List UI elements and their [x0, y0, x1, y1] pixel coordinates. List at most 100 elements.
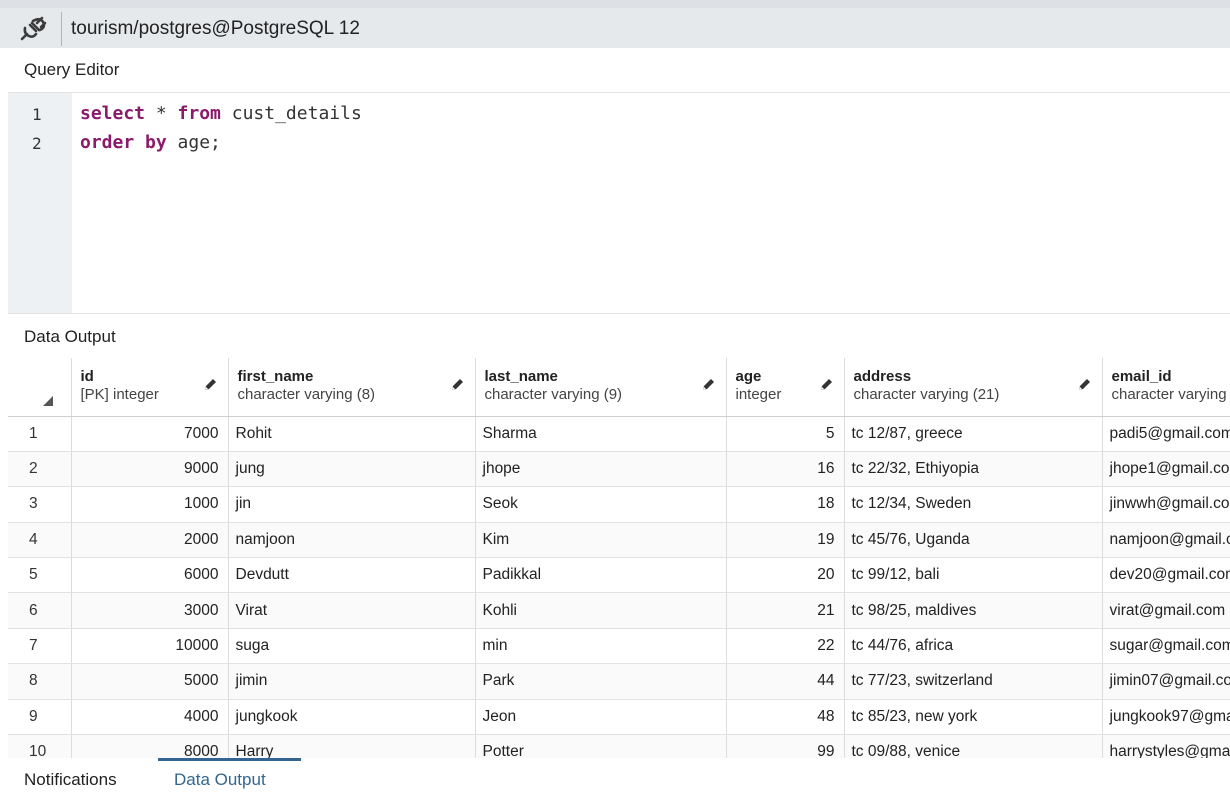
- cell-first-name[interactable]: jin: [228, 486, 476, 523]
- cell-id[interactable]: 3000: [71, 592, 229, 629]
- title-bar: tourism/postgres@PostgreSQL 12: [0, 0, 1230, 48]
- title-separator: [61, 12, 62, 46]
- column-type: character varying: [1111, 386, 1227, 403]
- cell-id[interactable]: 1000: [71, 486, 229, 523]
- cell-address[interactable]: tc 22/32, Ethiyopia: [844, 451, 1103, 488]
- cell-address[interactable]: tc 99/12, bali: [844, 557, 1103, 594]
- row-number: 8: [8, 663, 72, 700]
- cell-email-id[interactable]: sugar@gmail.com: [1102, 628, 1230, 665]
- cell-id[interactable]: 2000: [71, 522, 229, 559]
- cell-id[interactable]: 6000: [71, 557, 229, 594]
- cell-last-name[interactable]: Seok: [475, 486, 727, 523]
- table-row[interactable]: 3 1000 jin Seok 18 tc 12/34, Sweden jinwwh@gma…: [8, 486, 1230, 523]
- column-name: address: [853, 368, 912, 385]
- cell-first-name[interactable]: jung: [228, 451, 476, 488]
- cell-last-name[interactable]: Jeon: [475, 699, 727, 736]
- edit-pencil-icon[interactable]: [202, 377, 218, 393]
- table-row[interactable]: 9 4000 jungkook Jeon 48 tc 85/23, new york jun…: [8, 699, 1230, 736]
- cell-email-id[interactable]: virat@gmail.com: [1102, 592, 1230, 629]
- cell-first-name[interactable]: Devdutt: [228, 557, 476, 594]
- column-type: character varying (8): [237, 386, 376, 403]
- edit-pencil-icon[interactable]: [700, 377, 716, 393]
- cell-age[interactable]: 20: [726, 557, 845, 594]
- table-row[interactable]: 4 2000 namjoon Kim 19 tc 45/76, Uganda namjoon…: [8, 522, 1230, 559]
- cell-last-name[interactable]: Sharma: [475, 416, 727, 452]
- cell-last-name[interactable]: Kohli: [475, 592, 727, 629]
- column-header-id[interactable]: id [PK] integer: [71, 358, 229, 417]
- cell-id[interactable]: 4000: [71, 699, 229, 736]
- cell-last-name[interactable]: Padikkal: [475, 557, 727, 594]
- edit-pencil-icon[interactable]: [818, 377, 834, 393]
- select-all-corner[interactable]: [8, 358, 72, 417]
- cell-age[interactable]: 5: [726, 416, 845, 452]
- cell-email-id[interactable]: harrystyles@gmail.com: [1102, 734, 1230, 758]
- cell-first-name[interactable]: jungkook: [228, 699, 476, 736]
- cell-age[interactable]: 16: [726, 451, 845, 488]
- cell-address[interactable]: tc 12/87, greece: [844, 416, 1103, 452]
- table-row[interactable]: 1 7000 Rohit Sharma 5 tc 12/87, greece padi5@g…: [8, 416, 1230, 452]
- column-header-email-id[interactable]: email_id character varying: [1102, 358, 1230, 417]
- tab-notifications[interactable]: Notifications: [24, 770, 117, 790]
- cell-last-name[interactable]: jhope: [475, 451, 727, 488]
- cell-age[interactable]: 99: [726, 734, 845, 758]
- table-row[interactable]: 10 8000 Harry Potter 99 tc 09/88, venice harry…: [8, 734, 1230, 758]
- cell-address[interactable]: tc 45/76, Uganda: [844, 522, 1103, 559]
- edit-pencil-icon[interactable]: [1076, 377, 1092, 393]
- cell-email-id[interactable]: jungkook97@gmail.com: [1102, 699, 1230, 736]
- cell-first-name[interactable]: namjoon: [228, 522, 476, 559]
- column-header-first-name[interactable]: first_name character varying (8): [228, 358, 476, 417]
- sql-text: *: [145, 103, 178, 124]
- cell-age[interactable]: 21: [726, 592, 845, 629]
- connection-plug-icon: [20, 16, 47, 41]
- code-line: order by age;: [80, 132, 221, 153]
- cell-email-id[interactable]: dev20@gmail.com: [1102, 557, 1230, 594]
- cell-address[interactable]: tc 77/23, switzerland: [844, 663, 1103, 700]
- cell-email-id[interactable]: namjoon@gmail.com: [1102, 522, 1230, 559]
- sql-keyword: order by: [80, 132, 167, 153]
- edit-pencil-icon[interactable]: [449, 377, 465, 393]
- table-row[interactable]: 7 10000 suga min 22 tc 44/76, africa sugar@gma…: [8, 628, 1230, 665]
- table-row[interactable]: 6 3000 Virat Kohli 21 tc 98/25, maldives virat…: [8, 592, 1230, 629]
- cell-address[interactable]: tc 85/23, new york: [844, 699, 1103, 736]
- cell-age[interactable]: 48: [726, 699, 845, 736]
- row-number: 7: [8, 628, 72, 665]
- cell-email-id[interactable]: jhope1@gmail.com: [1102, 451, 1230, 488]
- cell-last-name[interactable]: Potter: [475, 734, 727, 758]
- tab-data-output[interactable]: Data Output: [174, 770, 266, 790]
- cell-first-name[interactable]: Virat: [228, 592, 476, 629]
- column-name: first_name: [237, 368, 314, 385]
- cell-address[interactable]: tc 98/25, maldives: [844, 592, 1103, 629]
- cell-id[interactable]: 8000: [71, 734, 229, 758]
- cell-id[interactable]: 9000: [71, 451, 229, 488]
- table-row[interactable]: 8 5000 jimin Park 44 tc 77/23, switzerland jim…: [8, 663, 1230, 700]
- cell-id[interactable]: 7000: [71, 416, 229, 452]
- cell-first-name[interactable]: suga: [228, 628, 476, 665]
- column-header-address[interactable]: address character varying (21): [844, 358, 1103, 417]
- cell-age[interactable]: 22: [726, 628, 845, 665]
- cell-first-name[interactable]: Rohit: [228, 416, 476, 452]
- cell-first-name[interactable]: jimin: [228, 663, 476, 700]
- cell-address[interactable]: tc 44/76, africa: [844, 628, 1103, 665]
- query-editor[interactable]: 1 select * from cust_details 2 order by age…: [8, 92, 1230, 314]
- cell-last-name[interactable]: Kim: [475, 522, 727, 559]
- line-number: 2: [32, 134, 42, 153]
- cell-id[interactable]: 5000: [71, 663, 229, 700]
- cell-last-name[interactable]: min: [475, 628, 727, 665]
- cell-email-id[interactable]: jimin07@gmail.com: [1102, 663, 1230, 700]
- cell-address[interactable]: tc 12/34, Sweden: [844, 486, 1103, 523]
- column-header-last-name[interactable]: last_name character varying (9): [475, 358, 727, 417]
- table-row[interactable]: 5 6000 Devdutt Padikkal 20 tc 99/12, bali dev2…: [8, 557, 1230, 594]
- cell-id[interactable]: 10000: [71, 628, 229, 665]
- column-header-age[interactable]: age integer: [726, 358, 845, 417]
- cell-email-id[interactable]: jinwwh@gmail.com: [1102, 486, 1230, 523]
- cell-age[interactable]: 18: [726, 486, 845, 523]
- cell-first-name[interactable]: Harry: [228, 734, 476, 758]
- cell-age[interactable]: 19: [726, 522, 845, 559]
- column-type: character varying (9): [484, 386, 623, 403]
- cell-address[interactable]: tc 09/88, venice: [844, 734, 1103, 758]
- cell-last-name[interactable]: Park: [475, 663, 727, 700]
- cell-age[interactable]: 44: [726, 663, 845, 700]
- cell-email-id[interactable]: padi5@gmail.com: [1102, 416, 1230, 452]
- data-output-grid[interactable]: id [PK] integer first_name character varyin…: [8, 358, 1230, 758]
- table-row[interactable]: 2 9000 jung jhope 16 tc 22/32, Ethiyopia jhope…: [8, 451, 1230, 488]
